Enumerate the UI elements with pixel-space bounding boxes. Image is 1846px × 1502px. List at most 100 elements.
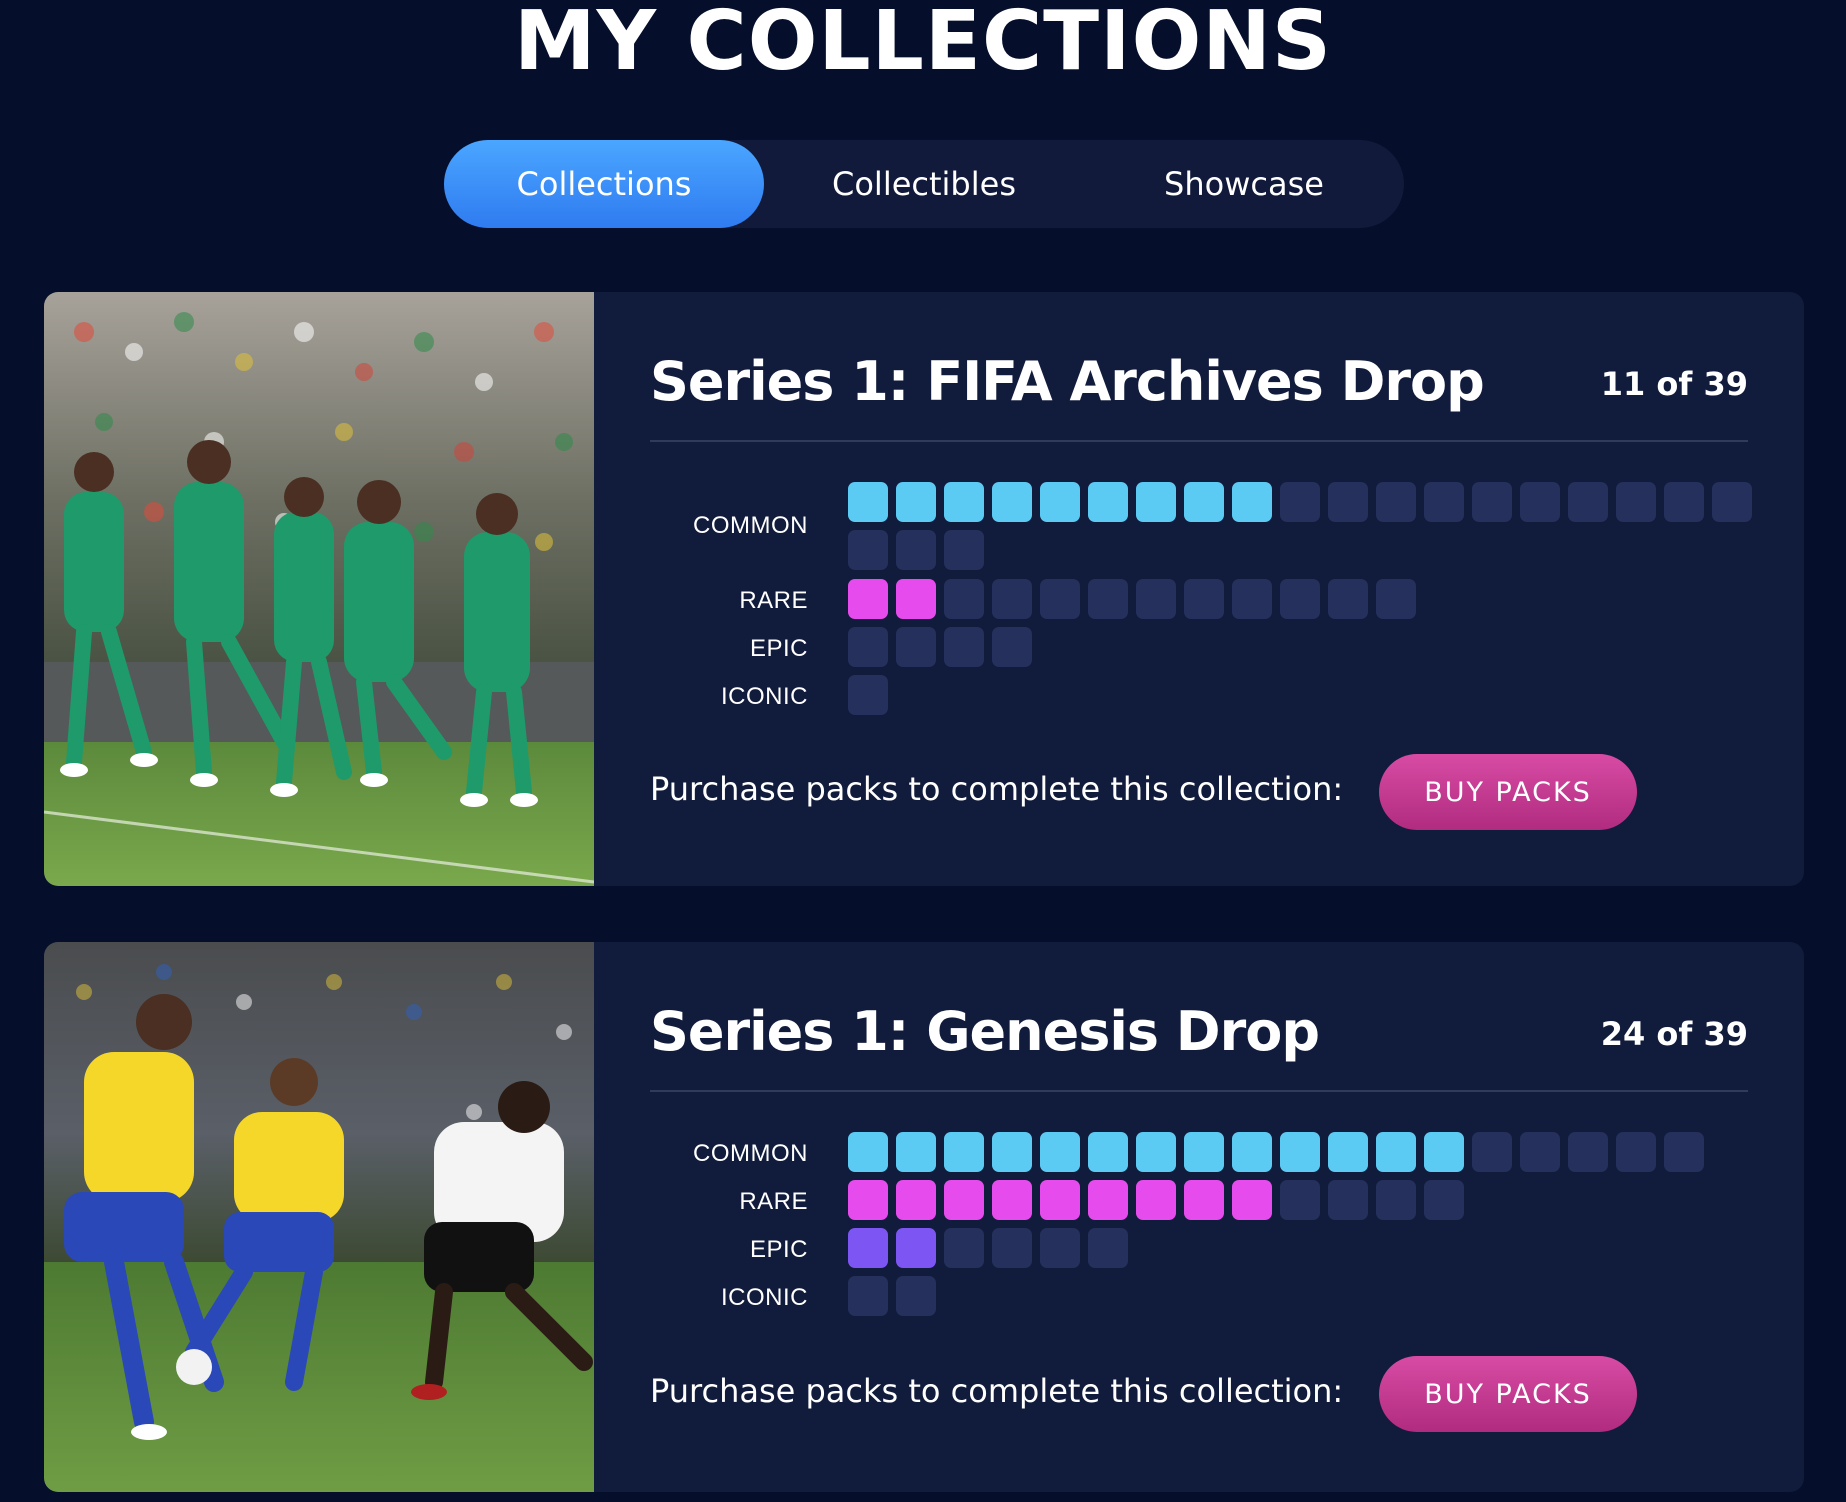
empty-slot xyxy=(1712,482,1752,522)
collected-slot xyxy=(944,1180,984,1220)
empty-slot xyxy=(1376,1180,1416,1220)
empty-slot xyxy=(1568,482,1608,522)
divider xyxy=(650,1090,1748,1092)
empty-slot xyxy=(1040,1228,1080,1268)
rarity-label: EPIC xyxy=(749,635,808,662)
empty-slot xyxy=(896,627,936,667)
collected-slot xyxy=(944,482,984,522)
empty-slot xyxy=(1376,579,1416,619)
collected-slot xyxy=(1040,1132,1080,1172)
empty-slot xyxy=(1280,579,1320,619)
empty-slot xyxy=(848,675,888,715)
collection-details: Series 1: FIFA Archives Drop 11 of 39 CO… xyxy=(650,292,1752,886)
collected-slot xyxy=(1040,482,1080,522)
empty-slot xyxy=(1520,1132,1560,1172)
rarity-row-rare: RARE xyxy=(650,579,1748,619)
collection-card: Series 1: FIFA Archives Drop 11 of 39 CO… xyxy=(44,292,1804,886)
empty-slot xyxy=(944,1228,984,1268)
soccer-celebration-photo xyxy=(44,292,594,886)
empty-slot xyxy=(1280,482,1320,522)
empty-slot xyxy=(944,579,984,619)
collected-slot xyxy=(1280,1132,1320,1172)
empty-slot xyxy=(1040,579,1080,619)
collected-slot xyxy=(848,482,888,522)
collected-slot xyxy=(1232,482,1272,522)
tab-bar: Collections Collectibles Showcase xyxy=(444,140,1404,228)
collected-slot xyxy=(1184,1132,1224,1172)
buy-packs-button[interactable]: BUY PACKS xyxy=(1379,1356,1637,1432)
collection-title: Series 1: FIFA Archives Drop xyxy=(650,350,1485,413)
collected-slot xyxy=(1088,1132,1128,1172)
tab-showcase[interactable]: Showcase xyxy=(1084,140,1404,228)
collected-slot xyxy=(944,1132,984,1172)
empty-slot xyxy=(896,1276,936,1316)
empty-slot xyxy=(1616,1132,1656,1172)
rarity-label: ICONIC xyxy=(721,683,808,710)
collected-slot xyxy=(896,482,936,522)
collected-slot xyxy=(1136,1180,1176,1220)
rarity-row-rare: RARE xyxy=(650,1180,1748,1220)
empty-slot xyxy=(848,627,888,667)
collection-image[interactable] xyxy=(44,942,594,1492)
empty-slot xyxy=(1472,482,1512,522)
collected-slot xyxy=(896,1180,936,1220)
collected-slot xyxy=(1232,1132,1272,1172)
collected-slot xyxy=(896,579,936,619)
collection-card: Series 1: Genesis Drop 24 of 39 COMMON R… xyxy=(44,942,1804,1492)
buy-packs-button[interactable]: BUY PACKS xyxy=(1379,754,1637,830)
empty-slot xyxy=(1136,579,1176,619)
empty-slot xyxy=(992,627,1032,667)
collected-slot xyxy=(848,1180,888,1220)
empty-slot xyxy=(848,530,888,570)
empty-slot xyxy=(1088,1228,1128,1268)
collected-slot xyxy=(896,1132,936,1172)
empty-slot xyxy=(1328,579,1368,619)
empty-slot xyxy=(1184,579,1224,619)
collection-count: 11 of 39 xyxy=(1600,365,1748,403)
page: MY COLLECTIONS Collections Collectibles … xyxy=(0,0,1846,1502)
empty-slot xyxy=(1424,482,1464,522)
empty-slot xyxy=(896,530,936,570)
collection-count: 24 of 39 xyxy=(1600,1015,1748,1053)
rarity-row-common: COMMON xyxy=(650,1132,1748,1172)
rarity-label: COMMON xyxy=(693,512,808,539)
empty-slot xyxy=(992,579,1032,619)
tab-collections[interactable]: Collections xyxy=(444,140,764,228)
collected-slot xyxy=(1328,1132,1368,1172)
collected-slot xyxy=(1424,1132,1464,1172)
empty-slot xyxy=(1472,1132,1512,1172)
collected-slot xyxy=(1088,1180,1128,1220)
rarity-row-epic: EPIC xyxy=(650,1228,1748,1268)
collected-slot xyxy=(1232,1180,1272,1220)
collected-slot xyxy=(1088,482,1128,522)
collected-slot xyxy=(992,1180,1032,1220)
rarity-label: ICONIC xyxy=(721,1284,808,1311)
empty-slot xyxy=(1520,482,1560,522)
empty-slot xyxy=(1664,1132,1704,1172)
empty-slot xyxy=(1280,1180,1320,1220)
collection-details: Series 1: Genesis Drop 24 of 39 COMMON R… xyxy=(650,942,1748,1492)
empty-slot xyxy=(1328,482,1368,522)
rarity-row-epic: EPIC xyxy=(650,627,1748,667)
collected-slot xyxy=(1040,1180,1080,1220)
empty-slot xyxy=(1232,579,1272,619)
collected-slot xyxy=(848,579,888,619)
collected-slot xyxy=(992,482,1032,522)
collection-title: Series 1: Genesis Drop xyxy=(650,1000,1320,1063)
rarity-label: EPIC xyxy=(749,1236,808,1263)
purchase-prompt: Purchase packs to complete this collecti… xyxy=(650,1372,1344,1410)
page-title: MY COLLECTIONS xyxy=(514,0,1332,89)
empty-slot xyxy=(1568,1132,1608,1172)
empty-slot xyxy=(944,627,984,667)
empty-slot xyxy=(1664,482,1704,522)
rarity-row-iconic: ICONIC xyxy=(650,1276,1748,1316)
collection-image[interactable] xyxy=(44,292,594,886)
rarity-label: RARE xyxy=(739,1188,808,1215)
soccer-match-photo xyxy=(44,942,594,1492)
collected-slot xyxy=(848,1228,888,1268)
collected-slot xyxy=(1184,482,1224,522)
tab-collectibles[interactable]: Collectibles xyxy=(764,140,1084,228)
empty-slot xyxy=(1424,1180,1464,1220)
collected-slot xyxy=(1136,482,1176,522)
empty-slot xyxy=(992,1228,1032,1268)
